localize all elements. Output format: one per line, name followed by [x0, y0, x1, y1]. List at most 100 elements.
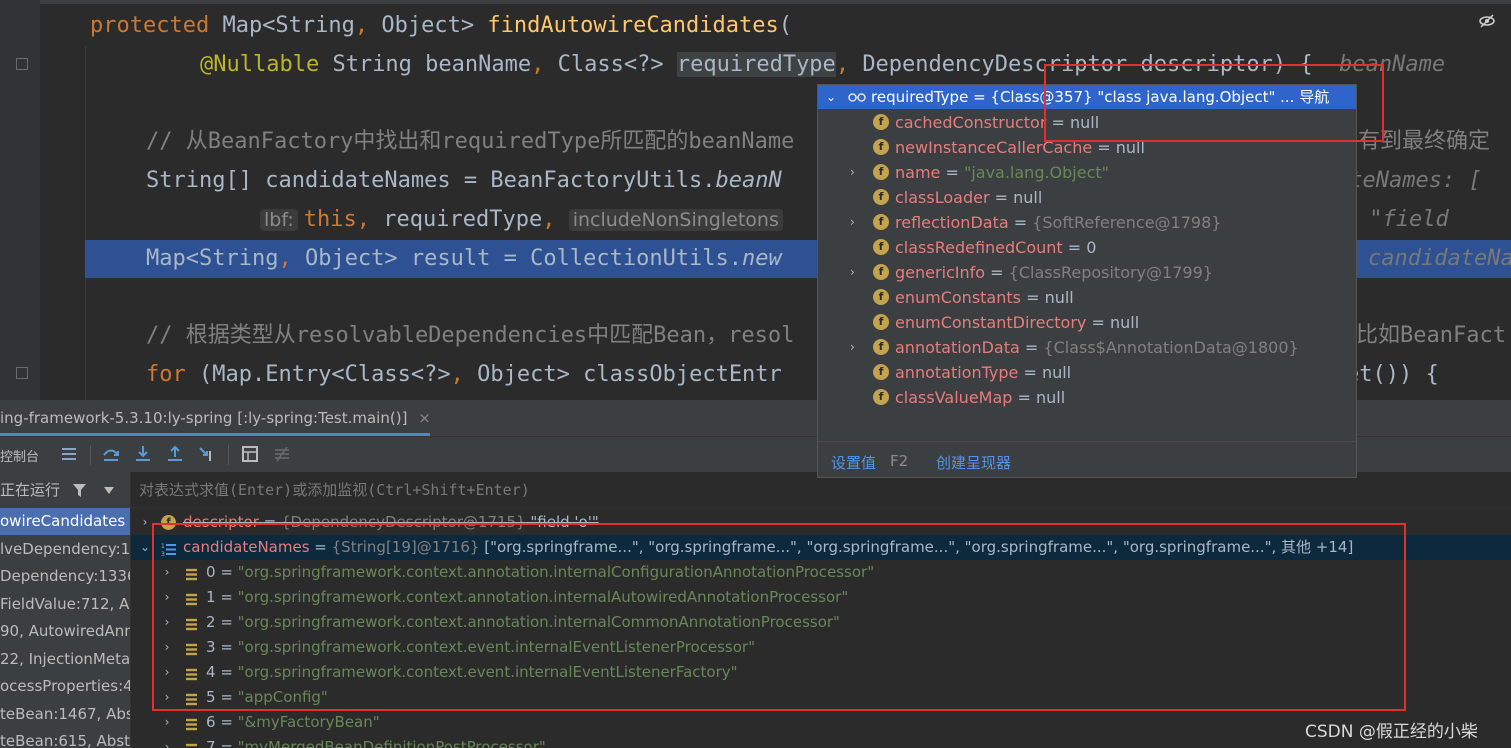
popup-field-row[interactable]: f enumConstantDirectory = null: [818, 310, 1356, 335]
code-token: for: [146, 362, 199, 388]
hide-inlay-hints-icon[interactable]: [1478, 14, 1496, 28]
evaluate-expression-icon[interactable]: [241, 445, 259, 463]
chevron-right-icon[interactable]: ›: [161, 660, 173, 685]
variable-row[interactable]: › 4 = "org.springframework.context.event.…: [131, 660, 1511, 685]
popup-field-row[interactable]: f newInstanceCallerCache = null: [818, 135, 1356, 160]
popup-field-text: annotationType = null: [895, 360, 1071, 385]
equals-sign: =: [1086, 313, 1110, 332]
chevron-right-icon[interactable]: ›: [161, 560, 173, 585]
step-over-icon[interactable]: [102, 445, 120, 463]
popup-field-row[interactable]: f annotationType = null: [818, 360, 1356, 385]
popup-field-row[interactable]: › f reflectionData = {SoftReference@1798}: [818, 210, 1356, 235]
array-element-icon: [184, 615, 199, 631]
variable-row[interactable]: › 6 = "&myFactoryBean": [131, 710, 1511, 735]
popup-field-row[interactable]: › f name = "java.lang.Object": [818, 160, 1356, 185]
popup-field-row[interactable]: f cachedConstructor = null: [818, 110, 1356, 135]
run-configuration-tab[interactable]: ing-framework-5.3.10:ly-spring [:ly-spri…: [0, 400, 431, 436]
stack-frame[interactable]: 90, AutowiredAnn: [0, 618, 130, 645]
chevron-right-icon[interactable]: ›: [139, 510, 151, 535]
popup-field-row[interactable]: f classLoader = null: [818, 185, 1356, 210]
chevron-right-icon[interactable]: ›: [850, 260, 855, 285]
field-value: null: [1036, 388, 1066, 407]
variable-row[interactable]: › 2 = "org.springframework.context.annota…: [131, 610, 1511, 635]
popup-header-text: requiredType = {Class@357} "class java.l…: [871, 88, 1330, 106]
popup-header-row[interactable]: ⌄ requiredType = {Class@357} "class java…: [818, 85, 1356, 109]
chevron-right-icon[interactable]: ›: [161, 710, 173, 735]
fold-marker-icon[interactable]: [16, 58, 28, 70]
variable-row[interactable]: › f descriptor = {DependencyDescriptor@171…: [131, 510, 1511, 535]
variable-text: 7 = "myMergedBeanDefinitionPostProcessor…: [206, 735, 546, 748]
variable-row[interactable]: › 0 = "org.springframework.context.annota…: [131, 560, 1511, 585]
filter-icon[interactable]: [72, 483, 87, 498]
stack-frame[interactable]: 22, InjectionMeta: [0, 646, 130, 673]
variable-row[interactable]: › 5 = "appConfig": [131, 685, 1511, 710]
field-icon: f: [873, 389, 889, 405]
stack-frame[interactable]: lveDependency:1: [0, 536, 130, 563]
popup-field-row[interactable]: › f annotationData = {Class$AnnotationData…: [818, 335, 1356, 360]
code-token: requiredType: [676, 51, 836, 77]
chevron-right-icon[interactable]: ›: [161, 610, 173, 635]
close-tab-icon[interactable]: ×: [418, 409, 431, 427]
trace-icon[interactable]: [273, 445, 291, 463]
popup-field-text: annotationData = {Class$AnnotationData@1…: [895, 335, 1299, 360]
menu-lines-icon[interactable]: [60, 445, 78, 463]
popup-field-row[interactable]: › f genericInfo = {ClassRepository@1799}: [818, 260, 1356, 285]
popup-field-row[interactable]: f classValueMap = null: [818, 385, 1356, 410]
field-name: genericInfo: [895, 263, 986, 282]
chevron-down-icon[interactable]: ⌄: [826, 85, 836, 109]
chevron-down-icon[interactable]: [104, 487, 114, 494]
variable-text: descriptor = {DependencyDescriptor@1715}…: [183, 510, 599, 535]
variable-name: 2: [206, 613, 216, 631]
chevron-right-icon[interactable]: ›: [161, 585, 173, 610]
variable-text: 2 = "org.springframework.context.annotat…: [206, 610, 840, 635]
field-type: {SoftReference@1798}: [1032, 213, 1222, 232]
stack-frame[interactable]: teBean:615, Abstr: [0, 728, 130, 748]
step-into-icon[interactable]: [134, 445, 152, 463]
chevron-right-icon[interactable]: ›: [850, 160, 855, 185]
code-line: lbf: this, requiredType, includeNonSingle…: [260, 200, 783, 239]
variable-type: {DependencyDescriptor@1715}: [281, 513, 526, 531]
stack-frame[interactable]: owireCandidates: [0, 508, 130, 535]
popup-field-row[interactable]: f enumConstants = null: [818, 285, 1356, 310]
variable-row[interactable]: ⌄ 1 3 candidateNames = {String[19]@1716} ["…: [131, 535, 1511, 560]
variable-row[interactable]: › 7 = "myMergedBeanDefinitionPostProcesso…: [131, 735, 1511, 748]
indent-guide: [85, 46, 86, 400]
variable-text: candidateNames = {String[19]@1716} ["org…: [183, 535, 1353, 560]
chevron-right-icon[interactable]: ›: [850, 210, 855, 235]
code-token: candidateNa: [1368, 245, 1511, 271]
code-token: (: [778, 13, 793, 38]
chevron-right-icon[interactable]: ›: [161, 685, 173, 710]
equals-sign: =: [1019, 338, 1044, 357]
popup-field-text: classLoader = null: [895, 185, 1042, 210]
variable-row[interactable]: › 3 = "org.springframework.context.event.…: [131, 635, 1511, 660]
stack-frame[interactable]: FieldValue:712, Au: [0, 591, 130, 618]
console-tab[interactable]: 控制台: [0, 446, 39, 465]
field-type: {Class$AnnotationData@1800}: [1043, 338, 1299, 357]
equals-sign: =: [1012, 388, 1036, 407]
code-token: ,: [356, 207, 384, 232]
create-renderer-link[interactable]: 创建呈现器: [936, 452, 1011, 473]
chevron-right-icon[interactable]: ›: [161, 735, 173, 748]
set-value-link[interactable]: 设置值: [831, 452, 876, 473]
stack-frame[interactable]: Dependency:1336: [0, 563, 130, 590]
stack-frame[interactable]: ocessProperties:42: [0, 673, 130, 700]
variable-string-value: "org.springframework.context.annotation.…: [237, 613, 840, 631]
stack-frame[interactable]: teBean:1467, Abst: [0, 701, 130, 728]
fold-marker-icon[interactable]: [16, 367, 28, 379]
popup-field-row[interactable]: f classRedefinedCount = 0: [818, 235, 1356, 260]
chevron-right-icon[interactable]: ›: [850, 335, 855, 360]
chevron-down-icon[interactable]: ⌄: [139, 535, 151, 560]
chevron-right-icon[interactable]: ›: [161, 635, 173, 660]
run-to-cursor-icon[interactable]: [198, 445, 216, 463]
variable-name: descriptor: [183, 513, 259, 531]
step-out-icon[interactable]: [166, 445, 184, 463]
svg-text:3: 3: [161, 551, 165, 557]
equals-sign: =: [215, 688, 238, 706]
field-name: classLoader: [895, 188, 990, 207]
code-token: 只有到最终确定: [1336, 129, 1491, 155]
variable-row[interactable]: › 1 = "org.springframework.context.annota…: [131, 585, 1511, 610]
popup-field-text: reflectionData = {SoftReference@1798}: [895, 210, 1221, 235]
variable-value: "field 'o'": [525, 513, 599, 531]
variable-name: candidateNames: [183, 538, 310, 556]
code-line: for (Map.Entry<Class<?>, Object> classOb…: [146, 355, 782, 394]
